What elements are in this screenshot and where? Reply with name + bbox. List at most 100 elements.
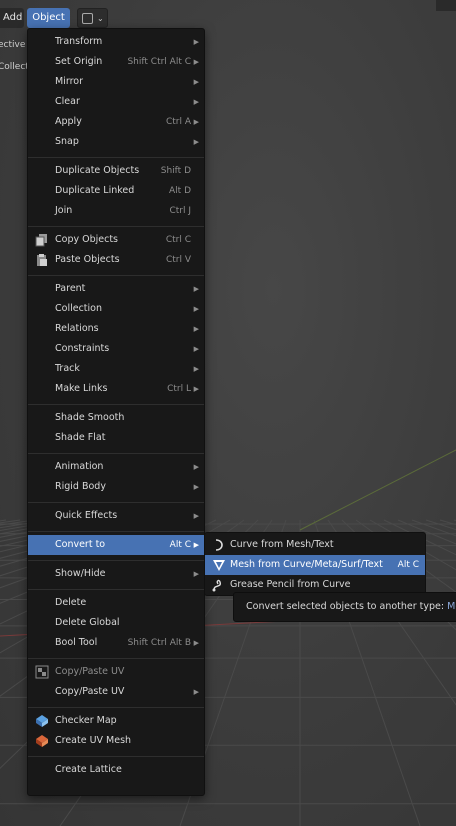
menu-item-label: Checker Map [55, 715, 117, 726]
menu-item-label: Curve from Mesh/Text [230, 539, 334, 550]
submenu-arrow-icon: ▶ [193, 78, 199, 86]
menu-item-convert-to[interactable]: Convert to Alt C ▶ [28, 535, 204, 555]
menu-item-label: Clear [55, 96, 80, 107]
object-menu: Transform ▶ Set Origin Shift Ctrl Alt C ▶ Mir… [27, 28, 205, 796]
menu-item-label: Create UV Mesh [55, 735, 132, 746]
menu-item-clear[interactable]: Clear ▶ [28, 92, 204, 112]
menu-item-label: Collection [55, 303, 102, 314]
menu-item-delete[interactable]: Delete [28, 593, 204, 613]
menu-item-label: Create Lattice [55, 764, 122, 775]
submenu-arrow-icon: ▶ [193, 118, 199, 126]
menu-item-shade-flat[interactable]: Shade Flat [28, 428, 204, 448]
menu-item-label: Quick Effects [55, 510, 118, 521]
shortcut-label: Ctrl V [165, 255, 191, 265]
menu-item-collection[interactable]: Collection ▶ [28, 299, 204, 319]
header-widget[interactable] [436, 0, 456, 11]
convert-to-submenu: Curve from Mesh/Text Mesh from Curve/Meta… [204, 532, 426, 596]
shortcut-label: Shift Ctrl Alt B [127, 638, 191, 648]
shortcut-label: Alt C [169, 540, 191, 550]
menu-item-label: Paste Objects [55, 254, 120, 265]
menu-item-constraints[interactable]: Constraints ▶ [28, 339, 204, 359]
submenu-arrow-icon: ▶ [193, 512, 199, 520]
menu-item-label: Duplicate Objects [55, 165, 140, 176]
menu-item-apply[interactable]: Apply Ctrl A ▶ [28, 112, 204, 132]
menu-item-transform[interactable]: Transform ▶ [28, 32, 204, 52]
menu-item-label: Make Links [55, 383, 108, 394]
menu-item-copy-paste-uv[interactable]: Copy/Paste UV [28, 662, 204, 682]
shortcut-label: Ctrl J [169, 206, 191, 216]
mode-dropdown[interactable]: ⌄ [77, 8, 108, 28]
menu-separator [28, 560, 204, 561]
add-menu-button[interactable]: Add [0, 8, 24, 28]
submenu-arrow-icon: ▶ [193, 365, 199, 373]
menu-item-delete-global[interactable]: Delete Global [28, 613, 204, 633]
menu-item-make-links[interactable]: Make Links Ctrl L ▶ [28, 379, 204, 399]
submenu-arrow-icon: ▶ [193, 325, 199, 333]
viewport-overlay-text: ective [0, 40, 26, 50]
menu-item-label: Duplicate Linked [55, 185, 135, 196]
submenu-arrow-icon: ▶ [193, 483, 199, 491]
menu-item-label: Show/Hide [55, 568, 106, 579]
submenu-arrow-icon: ▶ [193, 385, 199, 393]
menu-item-mirror[interactable]: Mirror ▶ [28, 72, 204, 92]
menu-separator [28, 531, 204, 532]
submenu-arrow-icon: ▶ [193, 305, 199, 313]
curve-icon [215, 539, 223, 551]
menu-item-label: Copy/Paste UV [55, 686, 125, 697]
menu-item-label: Track [55, 363, 80, 374]
shortcut-label: Ctrl A [165, 117, 191, 127]
menu-item-label: Delete [55, 597, 87, 608]
menu-item-label: Apply [55, 116, 82, 127]
object-menu-button[interactable]: Object [27, 8, 70, 28]
shortcut-label: Alt C [397, 560, 419, 570]
menu-item-rigid-body[interactable]: Rigid Body ▶ [28, 477, 204, 497]
menu-item-label: Parent [55, 283, 86, 294]
menu-separator [28, 756, 204, 757]
menu-item-set-origin[interactable]: Set Origin Shift Ctrl Alt C ▶ [28, 52, 204, 72]
submenu-item-mesh-from-curve-meta-surf-text[interactable]: Mesh from Curve/Meta/Surf/Text Alt C [205, 555, 425, 575]
menu-item-label: Transform [55, 36, 103, 47]
menu-item-show-hide[interactable]: Show/Hide ▶ [28, 564, 204, 584]
menu-item-relations[interactable]: Relations ▶ [28, 319, 204, 339]
menu-item-track[interactable]: Track ▶ [28, 359, 204, 379]
menu-item-label: Snap [55, 136, 79, 147]
menu-item-label: Set Origin [55, 56, 103, 67]
menu-item-checker-map[interactable]: Checker Map [28, 711, 204, 731]
menu-item-copy-objects[interactable]: Copy Objects Ctrl C [28, 230, 204, 250]
menu-item-duplicate-linked[interactable]: Duplicate Linked Alt D [28, 181, 204, 201]
mode-icon [82, 13, 93, 24]
menu-item-create-uv-mesh[interactable]: Create UV Mesh [28, 731, 204, 751]
menu-item-label: Animation [55, 461, 104, 472]
menu-item-animation[interactable]: Animation ▶ [28, 457, 204, 477]
submenu-arrow-icon: ▶ [193, 541, 199, 549]
menu-item-shade-smooth[interactable]: Shade Smooth [28, 408, 204, 428]
menu-item-label: Delete Global [55, 617, 120, 628]
submenu-arrow-icon: ▶ [193, 345, 199, 353]
menu-item-label: Relations [55, 323, 99, 334]
menu-item-quick-effects[interactable]: Quick Effects ▶ [28, 506, 204, 526]
menu-item-paste-objects[interactable]: Paste Objects Ctrl V [28, 250, 204, 270]
submenu-arrow-icon: ▶ [193, 463, 199, 471]
tooltip-text: Convert selected objects to another type… [246, 601, 445, 612]
menu-item-label: Mesh from Curve/Meta/Surf/Text [230, 559, 383, 570]
menu-item-join[interactable]: Join Ctrl J [28, 201, 204, 221]
chevron-down-icon: ⌄ [97, 14, 104, 23]
uv-mesh-icon [36, 735, 48, 747]
submenu-arrow-icon: ▶ [193, 138, 199, 146]
shortcut-label: Shift D [160, 166, 191, 176]
menu-item-parent[interactable]: Parent ▶ [28, 279, 204, 299]
copy-icon [35, 234, 47, 247]
grease-pencil-icon [212, 579, 222, 592]
menu-item-create-lattice[interactable]: Create Lattice [28, 760, 204, 780]
menu-item-duplicate-objects[interactable]: Duplicate Objects Shift D [28, 161, 204, 181]
mesh-icon [213, 560, 225, 571]
viewport-overlay-text: Collect [0, 62, 29, 72]
menu-item-copy-paste-uv[interactable]: Copy/Paste UV ▶ [28, 682, 204, 702]
menu-item-snap[interactable]: Snap ▶ [28, 132, 204, 152]
shortcut-label: Ctrl L [167, 384, 191, 394]
submenu-item-curve-from-mesh-text[interactable]: Curve from Mesh/Text [205, 535, 425, 555]
submenu-arrow-icon: ▶ [193, 639, 199, 647]
shortcut-label: Shift Ctrl Alt C [127, 57, 191, 67]
menu-item-bool-tool[interactable]: Bool Tool Shift Ctrl Alt B ▶ [28, 633, 204, 653]
submenu-arrow-icon: ▶ [193, 38, 199, 46]
